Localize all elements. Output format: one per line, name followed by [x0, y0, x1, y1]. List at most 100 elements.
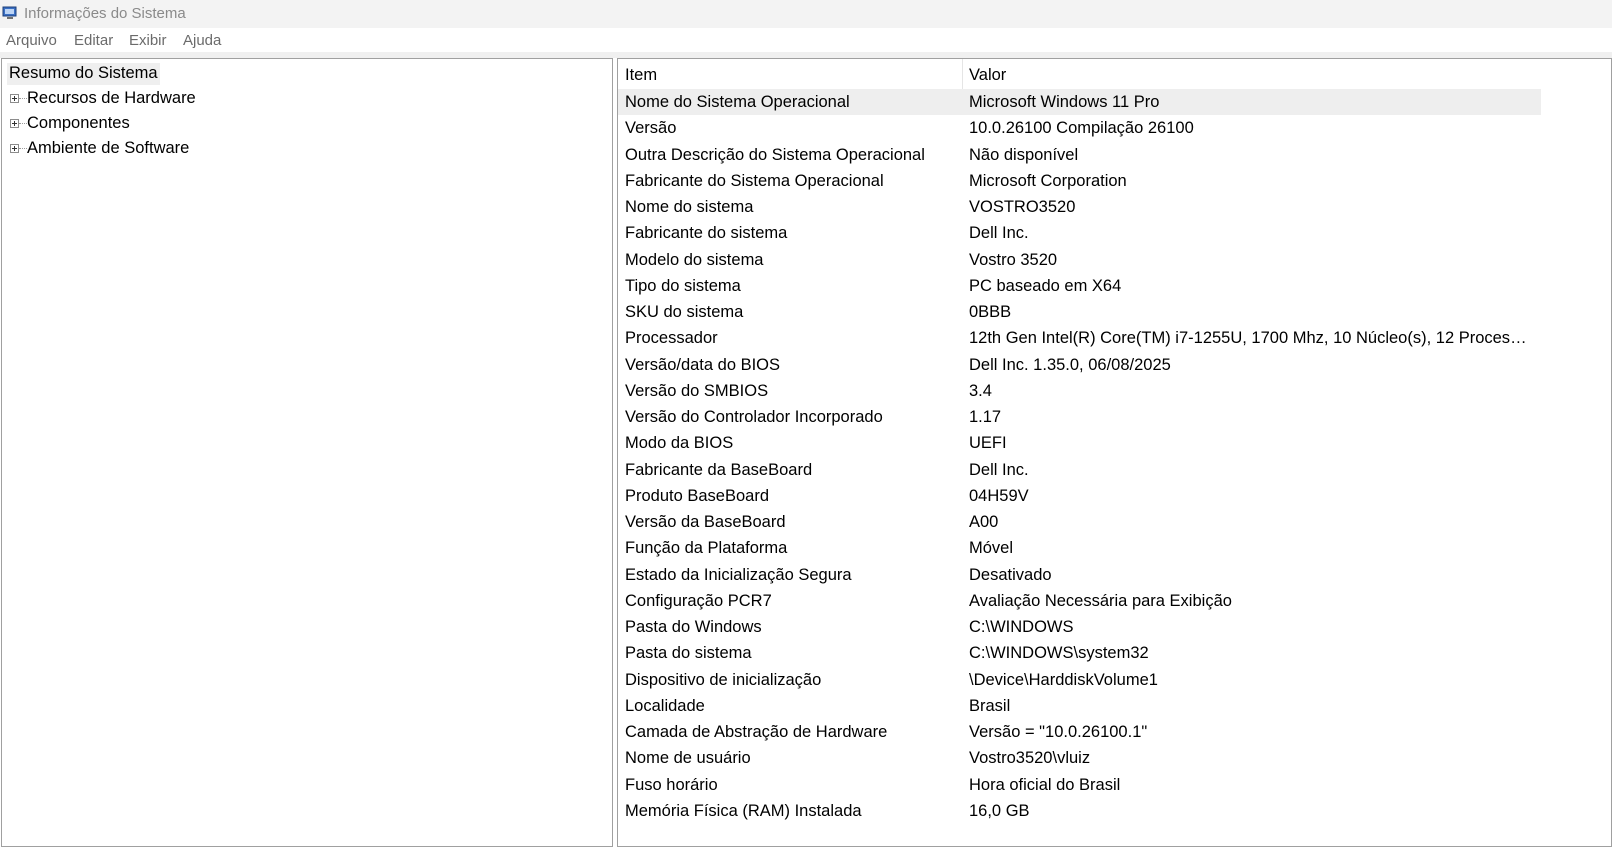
table-row[interactable]: Configuração PCR7 Avaliação Necessária pa…	[618, 588, 1541, 614]
item-cell: Produto BaseBoard	[625, 486, 770, 505]
table-row[interactable]: Dispositivo de inicialização \Device\Hard…	[618, 667, 1541, 693]
value-cell: Dell Inc. 1.35.0, 06/08/2025	[969, 355, 1171, 374]
tree-item-label: Ambiente de Software	[27, 139, 190, 157]
value-cell: C:\WINDOWS\system32	[969, 644, 1149, 663]
table-row[interactable]: Estado da Inicialização Segura Desativado	[618, 562, 1541, 588]
item-cell: Versão do SMBIOS	[625, 381, 769, 400]
table-row[interactable]: Modelo do sistema Vostro 3520	[618, 247, 1541, 273]
tree-item-resumo-do-sistema[interactable]: Resumo do Sistema	[7, 63, 160, 85]
value-cell: 3.4	[969, 381, 992, 400]
table-row[interactable]: Função da Plataforma Móvel	[618, 535, 1541, 561]
table-row[interactable]: Fabricante da BaseBoard Dell Inc.	[618, 457, 1541, 483]
item-cell: Nome de usuário	[625, 749, 751, 768]
item-cell: Função da Plataforma	[625, 539, 788, 558]
tree-item-label: Componentes	[27, 114, 130, 132]
table-row[interactable]: Nome do sistema VOSTRO3520	[618, 194, 1541, 220]
item-cell: Versão/data do BIOS	[625, 355, 781, 374]
item-cell: Tipo do sistema	[625, 276, 741, 295]
menu-bar: Arquivo Editar Exibir Ajuda	[0, 28, 1612, 58]
value-cell: Desativado	[969, 565, 1052, 584]
table-row[interactable]: Outra Descrição do Sistema Operacional Nã…	[618, 142, 1541, 168]
item-cell: Configuração PCR7	[625, 591, 772, 610]
menu-exibir[interactable]: Exibir	[129, 32, 167, 49]
item-cell: Modelo do sistema	[625, 250, 764, 269]
item-cell: Estado da Inicialização Segura	[625, 565, 852, 584]
item-cell: Nome do sistema	[625, 198, 754, 216]
table-row[interactable]: Processador 12th Gen Intel(R) Core(TM) i7…	[618, 325, 1541, 351]
table-row[interactable]: Produto BaseBoard 04H59V	[618, 483, 1541, 509]
table-row[interactable]: Fabricante do Sistema Operacional Microso…	[618, 168, 1541, 194]
table-row[interactable]: Nome de usuário Vostro3520\vluiz	[618, 745, 1541, 771]
table-row[interactable]: Nome do Sistema Operacional Microsoft Win…	[618, 89, 1541, 116]
table-row[interactable]: Versão do SMBIOS 3.4	[618, 378, 1541, 404]
tree-connector	[19, 123, 27, 124]
item-cell: Processador	[625, 329, 718, 348]
table-row[interactable]: SKU do sistema 0BBB	[618, 299, 1541, 325]
value-cell: Móvel	[969, 539, 1014, 558]
tree-item-label: Recursos de Hardware	[27, 89, 196, 107]
value-cell: \Device\HarddiskVolume1	[969, 670, 1158, 689]
details-list[interactable]: Item Valor Nome do Sistema Operacional Mi…	[617, 58, 1612, 847]
system-info-window: Informações do Sistema Arquivo Editar Ex…	[0, 0, 1612, 847]
title-bar[interactable]: Informações do Sistema	[0, 0, 1612, 28]
table-row[interactable]: Tipo do sistema PC baseado em X64	[618, 273, 1541, 299]
expand-icon[interactable]	[10, 119, 19, 128]
item-cell: Dispositivo de inicialização	[625, 670, 822, 689]
item-cell: Modo da BIOS	[625, 434, 734, 453]
item-cell: Nome do Sistema Operacional	[625, 93, 850, 111]
table-row[interactable]: Pasta do sistema C:\WINDOWS\system32	[618, 640, 1541, 666]
item-cell: Memória Física (RAM) Instalada	[625, 801, 862, 820]
value-cell: Hora oficial do Brasil	[969, 775, 1121, 794]
value-cell: Brasil	[969, 696, 1011, 715]
table-row[interactable]: Versão 10.0.26100 Compilação 26100	[618, 115, 1541, 141]
value-cell: PC baseado em X64	[969, 276, 1122, 295]
tree-connector	[19, 148, 27, 149]
category-tree[interactable]: Resumo do Sistema Recursos de Hardware C…	[1, 58, 613, 847]
menu-editar[interactable]: Editar	[74, 32, 113, 49]
table-row[interactable]: Memória Física (RAM) Instalada 16,0 GB	[618, 798, 1541, 824]
table-row[interactable]: Modo da BIOS UEFI	[618, 430, 1541, 456]
item-cell: Fabricante do Sistema Operacional	[625, 171, 884, 190]
value-cell: VOSTRO3520	[969, 198, 1076, 216]
value-cell: 16,0 GB	[969, 801, 1030, 820]
window-title: Informações do Sistema	[24, 5, 186, 22]
value-cell: 0BBB	[969, 303, 1012, 321]
item-cell: Localidade	[625, 696, 705, 715]
value-cell: Não disponível	[969, 145, 1079, 164]
column-header-valor[interactable]: Valor	[969, 66, 1006, 85]
list-header: Item Valor	[618, 59, 1541, 90]
expand-icon[interactable]	[10, 144, 19, 153]
expand-icon[interactable]	[10, 94, 19, 103]
column-divider[interactable]	[962, 59, 963, 89]
table-row[interactable]: Localidade Brasil	[618, 693, 1541, 719]
system-info-icon	[2, 6, 17, 19]
value-cell: Microsoft Windows 11 Pro	[969, 93, 1160, 111]
value-cell: Microsoft Corporation	[969, 171, 1127, 190]
item-cell: Versão	[625, 119, 677, 138]
item-cell: Fuso horário	[625, 775, 718, 794]
table-row[interactable]: Fuso horário Hora oficial do Brasil	[618, 772, 1541, 798]
tree-connector	[19, 98, 27, 99]
value-cell: C:\WINDOWS	[969, 618, 1074, 636]
item-cell: SKU do sistema	[625, 303, 744, 321]
value-cell: 04H59V	[969, 486, 1029, 505]
item-cell: Fabricante da BaseBoard	[625, 460, 813, 479]
value-cell: Vostro3520\vluiz	[969, 749, 1091, 768]
table-row[interactable]: Camada de Abstração de Hardware Versão = …	[618, 719, 1541, 745]
value-cell: A00	[969, 513, 999, 531]
item-cell: Outra Descrição do Sistema Operacional	[625, 145, 925, 164]
table-row[interactable]: Versão/data do BIOS Dell Inc. 1.35.0, 06/…	[618, 352, 1541, 378]
column-header-item[interactable]: Item	[625, 66, 657, 85]
item-cell: Camada de Abstração de Hardware	[625, 723, 888, 741]
table-row[interactable]: Versão da BaseBoard A00	[618, 509, 1541, 535]
value-cell: 10.0.26100 Compilação 26100	[969, 119, 1194, 138]
value-cell: Vostro 3520	[969, 250, 1058, 269]
table-row[interactable]: Pasta do Windows C:\WINDOWS	[618, 614, 1541, 640]
value-cell: Versão = "10.0.26100.1"	[969, 723, 1148, 741]
table-row[interactable]: Fabricante do sistema Dell Inc.	[618, 220, 1541, 246]
menu-arquivo[interactable]: Arquivo	[6, 32, 57, 49]
table-row[interactable]: Versão do Controlador Incorporado 1.17	[618, 404, 1541, 430]
menu-ajuda[interactable]: Ajuda	[183, 32, 221, 49]
item-cell: Versão da BaseBoard	[625, 513, 786, 531]
item-cell: Pasta do sistema	[625, 644, 752, 663]
